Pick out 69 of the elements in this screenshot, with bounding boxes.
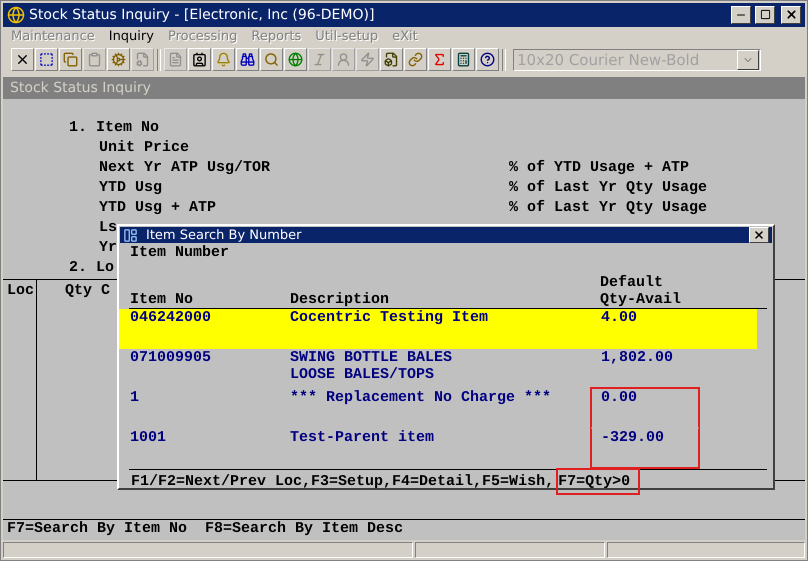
sigma-icon	[432, 52, 447, 68]
help-icon	[480, 52, 495, 68]
dialog-title: Item Search By Number	[146, 228, 302, 242]
gear-icon	[111, 52, 126, 68]
quantity-value: -329.00	[601, 429, 664, 446]
quantity-value: 4.00	[601, 309, 638, 326]
column-header: Qty-Avail	[600, 291, 682, 308]
item-number: 071009905	[130, 349, 212, 366]
copy-icon	[63, 52, 78, 68]
item-number: 046242000	[130, 309, 212, 326]
window-icon	[123, 228, 138, 242]
field-label: % of Last Yr Qty Usage	[509, 198, 708, 216]
field-label: 2. Lo	[69, 258, 114, 276]
field-label: 1. Item No	[69, 118, 160, 136]
window-title: Stock Status Inquiry - [Electronic, Inc (96-DEMO)]	[29, 6, 376, 23]
document-gear-icon	[135, 52, 150, 68]
item-description: Cocentric Testing Item	[290, 309, 488, 326]
close-icon	[784, 8, 798, 22]
quantity-value: 1,802.00	[601, 349, 674, 366]
field-label: % of Last Yr Qty Usage	[509, 178, 708, 196]
maximize-icon	[760, 9, 770, 20]
item-description: LOOSE BALES/TOPS	[290, 366, 434, 383]
item-number: 1001	[130, 429, 166, 446]
result-row[interactable]: 1001 Test-Parent item -329.00	[119, 429, 757, 469]
item-description: SWING BOTTLE BALES	[290, 349, 452, 366]
document-icon	[168, 52, 183, 68]
screen-title: Stock Status Inquiry	[10, 80, 151, 96]
field-label: % of YTD Usage + ATP	[509, 158, 690, 176]
field-label: Unit Price	[98, 138, 190, 156]
dashed-square-icon	[39, 52, 54, 68]
minimize-button[interactable]	[731, 6, 751, 24]
result-row[interactable]: 046242000 Cocentric Testing Item 4.00	[119, 309, 757, 349]
document-box-icon	[384, 52, 399, 68]
key-hint: F7=Qty>0	[556, 468, 640, 494]
globe-icon	[288, 52, 303, 68]
link-icon	[408, 52, 423, 68]
binoculars-icon	[240, 52, 255, 68]
bell-icon	[216, 52, 231, 68]
contact-card-icon	[192, 52, 207, 68]
close-button[interactable]	[749, 227, 769, 243]
column-header: Default	[600, 274, 664, 291]
app-logo-icon	[7, 6, 25, 24]
search-icon	[264, 52, 279, 68]
field-label: YTD Usg + ATP	[98, 198, 216, 216]
clipboard-icon	[87, 52, 102, 68]
field-label: Yr	[98, 238, 118, 256]
field-label: YTD Usg	[98, 178, 162, 196]
column-header: Loc	[7, 282, 34, 299]
lightning-icon	[360, 52, 375, 68]
menu-item[interactable]: Inquiry	[108, 29, 154, 44]
italic-letter-icon	[312, 52, 327, 68]
field-label: Next Yr ATP Usg/TOR	[98, 158, 270, 176]
maximize-button[interactable]	[755, 6, 775, 24]
result-row[interactable]: 071009905 SWING BOTTLE BALES LOOSE BALES/TOPS 1,802.00	[119, 349, 757, 389]
person-icon	[336, 52, 351, 68]
result-row[interactable]: 1 *** Replacement No Charge *** 0.00	[119, 389, 757, 429]
item-description: Test-Parent item	[290, 429, 434, 446]
field-label: Ls	[98, 218, 118, 236]
key-hint: F7=Search By Item No F8=Search By Item Desc	[7, 520, 404, 537]
close-button[interactable]	[781, 6, 801, 24]
column-header: Qty C	[65, 282, 110, 299]
close-icon	[753, 229, 765, 241]
field-label: Item Number	[130, 244, 230, 261]
quantity-value: 0.00	[601, 389, 638, 406]
calculator-icon	[456, 52, 471, 68]
item-description: *** Replacement No Charge ***	[290, 389, 552, 406]
column-header: Item No	[130, 291, 194, 308]
column-header: Description	[290, 291, 390, 308]
item-number: 1	[130, 389, 140, 406]
